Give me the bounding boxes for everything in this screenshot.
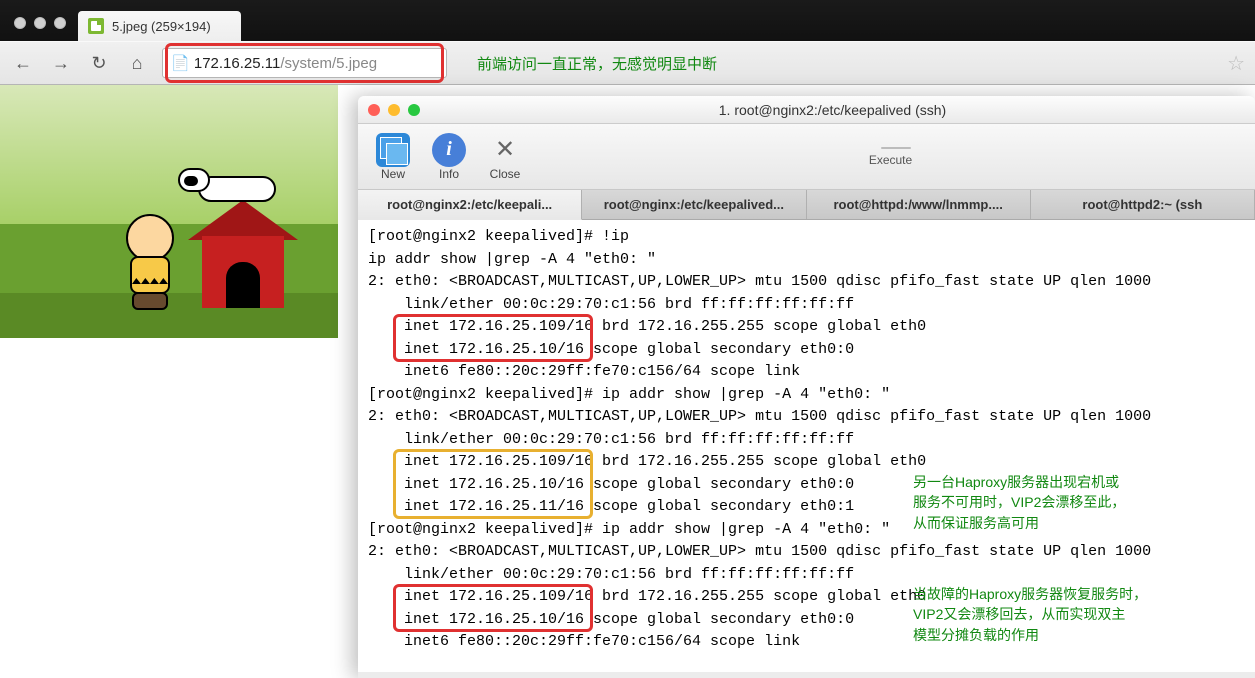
url-host: 172.16.25.11 [194,55,280,72]
term-max-icon[interactable] [408,104,420,116]
term-line-9: link/ether 00:0c:29:70:c1:56 brd ff:ff:f… [368,429,1245,452]
close-button[interactable]: ✕ Close [488,133,522,181]
tab-title: 5.jpeg (259×194) [112,19,211,34]
term-tab-2[interactable]: root@httpd:/www/lnmmp.... [807,190,1031,219]
terminal-body[interactable]: [root@nginx2 keepalived]# !ip ip addr sh… [358,220,1255,672]
terminal-title: 1. root@nginx2:/etc/keepalived (ssh) [420,102,1245,118]
loaded-image [0,85,338,338]
annotation-2-line-2: VIP2又会漂移回去，从而实现双主 [913,604,1147,624]
url-annotation: 前端访问一直正常，无感觉明显中断 [477,53,717,74]
forward-button[interactable]: → [48,50,74,76]
image-viewport [0,85,358,338]
term-line-2: 2: eth0: <BROADCAST,MULTICAST,UP,LOWER_U… [368,271,1245,294]
term-line-3: link/ether 00:0c:29:70:c1:56 brd ff:ff:f… [368,294,1245,317]
annotation-1-line-3: 从而保证服务高可用 [913,513,1125,533]
term-line-5: inet 172.16.25.10/16 scope global second… [368,339,1245,362]
nav-bar: ← → ↻ ⌂ 📄 172.16.25.11 /system/5.jpeg 前端… [0,41,1255,85]
info-icon: i [432,133,466,167]
terminal-toolbar: New i Info ✕ Close Execute [358,124,1255,190]
info-label: Info [439,167,459,181]
browser-tab[interactable]: 5.jpeg (259×194) [78,11,241,41]
term-close-icon[interactable] [368,104,380,116]
url-path: /system/5.jpeg [280,55,377,72]
new-button[interactable]: New [376,133,410,181]
term-line-14: 2: eth0: <BROADCAST,MULTICAST,UP,LOWER_U… [368,541,1245,564]
annotation-2-line-1: 当故障的Haproxy服务器恢复服务时， [913,584,1147,604]
term-line-1: ip addr show |grep -A 4 "eth0: " [368,249,1245,272]
tab-strip: 5.jpeg (259×194) [0,0,1255,41]
window-max-icon[interactable] [54,17,66,29]
url-input[interactable]: 📄 172.16.25.11 /system/5.jpeg [162,48,447,78]
browser-window: 5.jpeg (259×194) ← → ↻ ⌂ 📄 172.16.25.11 … [0,0,1255,85]
term-tab-3[interactable]: root@httpd2:~ (ssh [1031,190,1255,219]
new-icon [376,133,410,167]
close-icon: ✕ [488,133,522,167]
execute-input[interactable] [881,147,911,149]
close-label: Close [490,167,521,181]
window-close-icon[interactable] [14,17,26,29]
window-controls [14,17,66,29]
annotation-2: 当故障的Haproxy服务器恢复服务时， VIP2又会漂移回去，从而实现双主 模… [913,584,1147,645]
term-line-15: link/ether 00:0c:29:70:c1:56 brd ff:ff:f… [368,564,1245,587]
reload-button[interactable]: ↻ [86,50,112,76]
terminal-window: 1. root@nginx2:/etc/keepalived (ssh) New… [358,96,1255,678]
term-line-6: inet6 fe80::20c:29ff:fe70:c156/64 scope … [368,361,1245,384]
term-tab-0[interactable]: root@nginx2:/etc/keepali... [358,190,582,220]
terminal-tabs: root@nginx2:/etc/keepali... root@nginx:/… [358,190,1255,220]
execute-label: Execute [869,153,912,167]
home-button[interactable]: ⌂ [124,50,150,76]
new-label: New [381,167,405,181]
window-min-icon[interactable] [34,17,46,29]
term-line-7: [root@nginx2 keepalived]# ip addr show |… [368,384,1245,407]
bookmark-icon[interactable]: ☆ [1227,51,1245,76]
favicon-icon [88,18,104,34]
annotation-1-line-1: 另一台Haproxy服务器出现宕机或 [913,472,1125,492]
term-line-4: inet 172.16.25.109/16 brd 172.16.255.255… [368,316,1245,339]
term-line-8: 2: eth0: <BROADCAST,MULTICAST,UP,LOWER_U… [368,406,1245,429]
annotation-2-line-3: 模型分摊负载的作用 [913,625,1147,645]
annotation-1: 另一台Haproxy服务器出现宕机或 服务不可用时，VIP2会漂移至此， 从而保… [913,472,1125,533]
annotation-1-line-2: 服务不可用时，VIP2会漂移至此， [913,492,1125,512]
term-min-icon[interactable] [388,104,400,116]
terminal-titlebar: 1. root@nginx2:/etc/keepalived (ssh) [358,96,1255,124]
term-line-10: inet 172.16.25.109/16 brd 172.16.255.255… [368,451,1245,474]
back-button[interactable]: ← [10,50,36,76]
term-tab-1[interactable]: root@nginx:/etc/keepalived... [582,190,806,219]
term-line-0: [root@nginx2 keepalived]# !ip [368,226,1245,249]
info-button[interactable]: i Info [432,133,466,181]
